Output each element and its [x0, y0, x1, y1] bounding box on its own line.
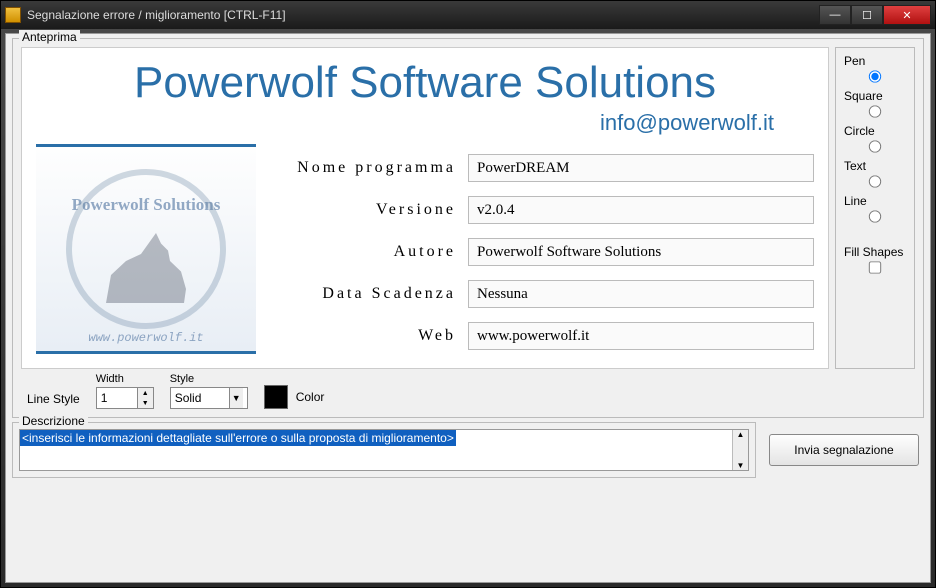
- banner-title: Powerwolf Software Solutions: [36, 58, 814, 108]
- logo-circle: [66, 169, 226, 329]
- preview-panel: Powerwolf Software Solutions info@powerw…: [21, 47, 829, 369]
- app-icon: [5, 7, 21, 23]
- preview-group-label: Anteprima: [19, 30, 80, 44]
- window-controls: — ☐ ✕: [819, 5, 931, 25]
- client-area: Anteprima Powerwolf Software Solutions i…: [5, 33, 931, 583]
- tool-pen-label: Pen: [844, 54, 906, 68]
- close-button[interactable]: ✕: [883, 5, 931, 25]
- width-label: Width: [96, 373, 154, 385]
- tool-circle-radio[interactable]: [846, 140, 905, 152]
- tools-panel: Pen Square Circle Text: [835, 47, 915, 369]
- titlebar[interactable]: Segnalazione errore / miglioramento [CTR…: [1, 1, 935, 29]
- style-combo[interactable]: Solid ▼: [170, 387, 248, 409]
- info-fields: Nome programma Versione Autore: [276, 144, 814, 354]
- app-window: Segnalazione errore / miglioramento [CTR…: [0, 0, 936, 588]
- tool-square-radio[interactable]: [846, 105, 905, 117]
- tool-pen-radio[interactable]: [846, 70, 905, 82]
- scroll-up-icon[interactable]: ▲: [733, 430, 748, 439]
- color-label: Color: [296, 390, 325, 404]
- fill-shapes-checkbox[interactable]: [846, 261, 905, 273]
- tool-square-label: Square: [844, 89, 906, 103]
- fill-shapes-label: Fill Shapes: [844, 245, 906, 259]
- tool-text-radio[interactable]: [846, 175, 905, 187]
- program-field[interactable]: [468, 154, 814, 182]
- version-label: Versione: [276, 201, 456, 219]
- chevron-down-icon[interactable]: ▼: [229, 388, 243, 408]
- banner-email: info@powerwolf.it: [36, 110, 814, 136]
- send-button[interactable]: Invia segnalazione: [769, 434, 919, 466]
- description-group: Descrizione <inserisci le informazioni d…: [12, 422, 756, 478]
- scroll-down-icon[interactable]: ▼: [733, 461, 748, 470]
- minimize-button[interactable]: —: [819, 5, 851, 25]
- style-value: Solid: [175, 391, 202, 405]
- width-spinner[interactable]: 1 ▲▼: [96, 387, 154, 409]
- description-textarea[interactable]: <inserisci le informazioni dettagliate s…: [19, 429, 749, 471]
- description-group-label: Descrizione: [19, 414, 88, 428]
- style-label: Style: [170, 373, 248, 385]
- description-placeholder: <inserisci le informazioni dettagliate s…: [20, 430, 456, 446]
- spinner-down-icon[interactable]: ▼: [137, 398, 153, 408]
- logo-url: www.powerwolf.it: [88, 331, 203, 345]
- maximize-button[interactable]: ☐: [851, 5, 883, 25]
- spinner-up-icon[interactable]: ▲: [137, 388, 153, 398]
- preview-group: Anteprima Powerwolf Software Solutions i…: [12, 38, 924, 418]
- expiry-field[interactable]: [468, 280, 814, 308]
- linestyle-row: Line Style Width 1 ▲▼ Style Solid ▼: [21, 369, 915, 409]
- tool-text-label: Text: [844, 159, 906, 173]
- window-title: Segnalazione errore / miglioramento [CTR…: [27, 8, 819, 22]
- author-field[interactable]: [468, 238, 814, 266]
- author-label: Autore: [276, 243, 456, 261]
- version-field[interactable]: [468, 196, 814, 224]
- expiry-label: Data Scadenza: [276, 285, 456, 303]
- web-field[interactable]: [468, 322, 814, 350]
- tool-line-radio[interactable]: [846, 210, 905, 222]
- linestyle-label: Line Style: [27, 392, 80, 409]
- color-swatch[interactable]: [264, 385, 288, 409]
- logo-image: Powerwolf Solutions www.powerwolf.it: [36, 144, 256, 354]
- tool-circle-label: Circle: [844, 124, 906, 138]
- width-value: 1: [101, 391, 108, 405]
- program-label: Nome programma: [276, 159, 456, 177]
- tool-line-label: Line: [844, 194, 906, 208]
- wolf-icon: [96, 233, 196, 303]
- web-label: Web: [276, 327, 456, 345]
- scrollbar[interactable]: ▲ ▼: [732, 430, 748, 470]
